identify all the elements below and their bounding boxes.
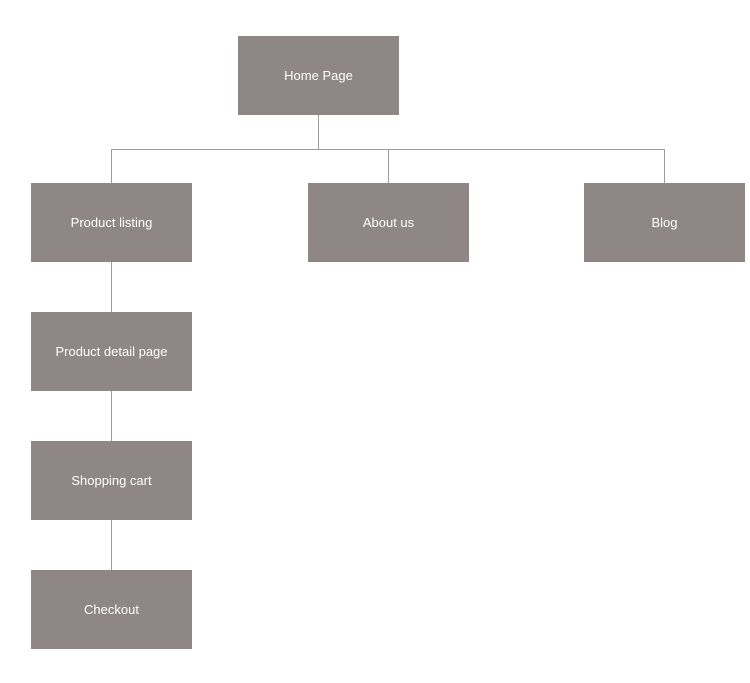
connector-vertical — [111, 391, 112, 441]
node-label: Home Page — [284, 68, 353, 83]
node-label: Shopping cart — [71, 473, 151, 488]
node-about-us: About us — [308, 183, 469, 262]
connector-vertical — [388, 149, 389, 183]
node-home-page: Home Page — [238, 36, 399, 115]
node-product-detail: Product detail page — [31, 312, 192, 391]
connector-vertical — [111, 262, 112, 312]
connector-vertical — [111, 520, 112, 570]
node-label: About us — [363, 215, 414, 230]
node-label: Product detail page — [55, 344, 167, 359]
connector-vertical — [664, 149, 665, 183]
node-label: Product listing — [71, 215, 153, 230]
node-checkout: Checkout — [31, 570, 192, 649]
node-blog: Blog — [584, 183, 745, 262]
connector-vertical — [318, 115, 319, 149]
node-label: Blog — [651, 215, 677, 230]
node-product-listing: Product listing — [31, 183, 192, 262]
node-shopping-cart: Shopping cart — [31, 441, 192, 520]
connector-vertical — [111, 149, 112, 183]
node-label: Checkout — [84, 602, 139, 617]
